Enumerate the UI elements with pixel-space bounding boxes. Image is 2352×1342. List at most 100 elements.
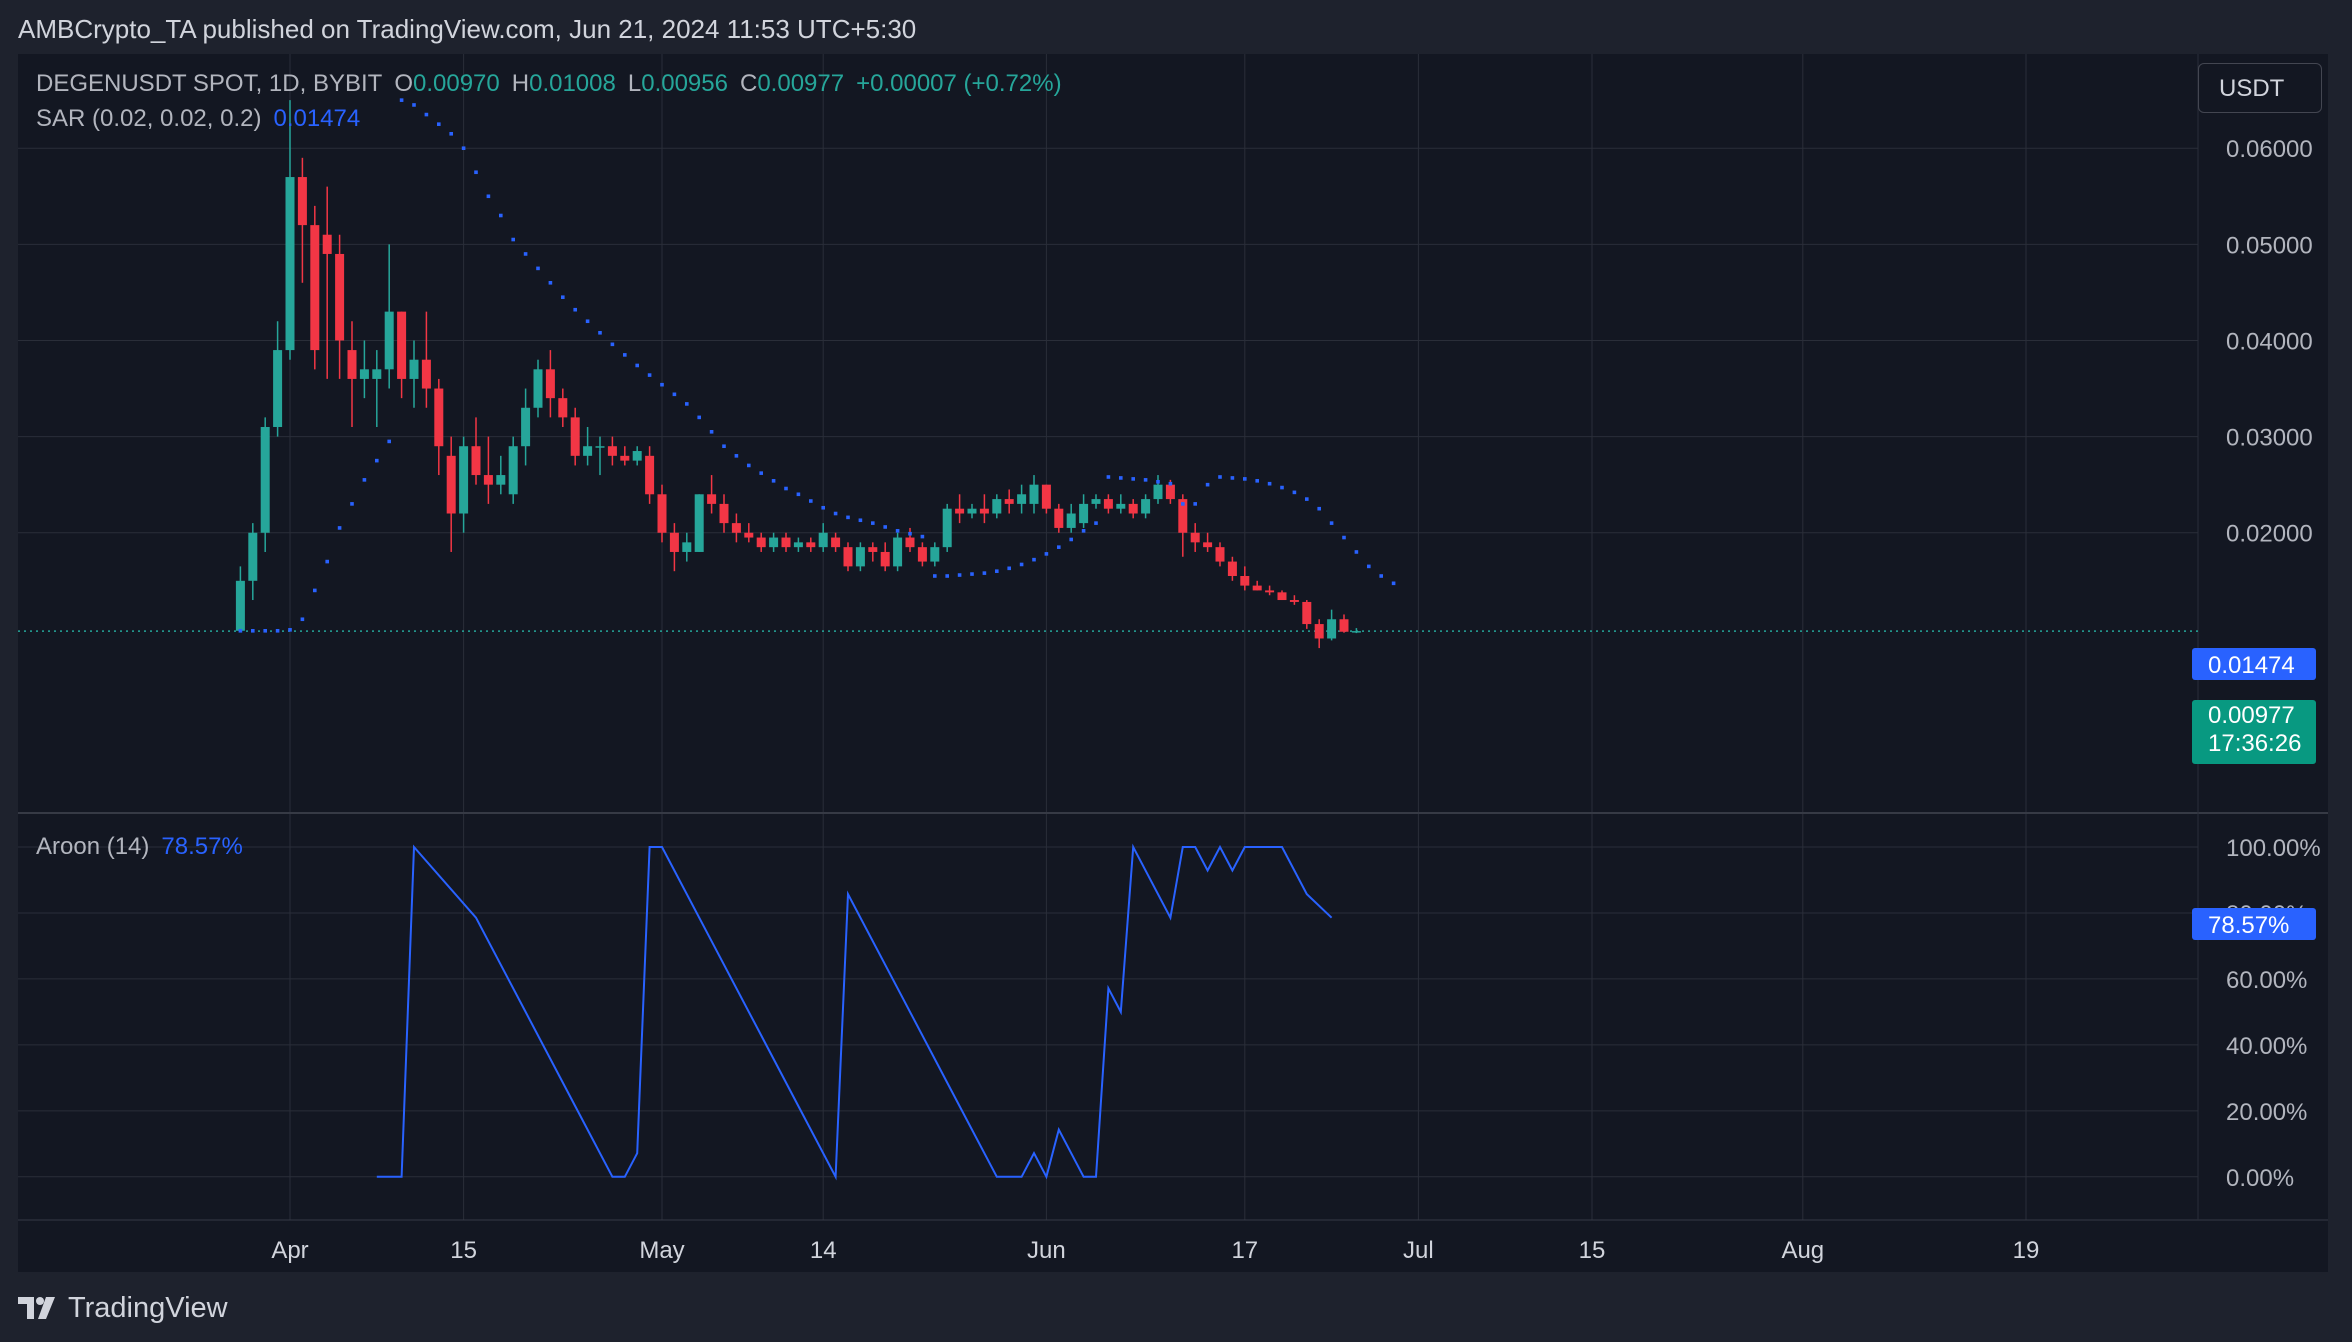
sar-dot	[1342, 535, 1346, 540]
candle-body	[347, 350, 357, 379]
candle-body	[682, 542, 692, 552]
sar-dot	[833, 511, 838, 516]
candle-body	[1153, 484, 1163, 500]
candle-body	[1289, 600, 1299, 602]
sar-dot	[895, 529, 900, 533]
sar-dot	[387, 439, 391, 444]
sar-dot	[511, 237, 515, 242]
x-tick-label: 19	[2013, 1237, 2040, 1264]
candle-body	[235, 580, 245, 631]
candle-body	[384, 311, 394, 370]
sar-dot	[325, 559, 329, 564]
sar-dot	[424, 112, 429, 117]
candle-body	[1116, 503, 1126, 509]
sar-dot	[982, 571, 987, 575]
open-label: O	[394, 70, 413, 97]
candle-body	[1240, 575, 1250, 586]
x-tick-label: Jun	[1027, 1237, 1066, 1264]
y-tick-label: 0.02000	[2226, 521, 2313, 548]
candle-body	[1017, 494, 1027, 504]
sar-dot	[1081, 529, 1086, 533]
candle-body	[694, 494, 704, 552]
sar-dot	[846, 515, 850, 520]
sar-dot	[1230, 476, 1235, 480]
sar-dot	[1367, 564, 1371, 569]
high-label: H	[511, 70, 530, 97]
sar-dot	[784, 486, 788, 491]
symbol-label[interactable]: DEGENUSDT SPOT, 1D, BYBIT	[36, 70, 382, 97]
candle-body	[756, 537, 766, 548]
sar-dot	[1181, 502, 1185, 506]
footer-brand[interactable]: TradingView	[68, 1292, 228, 1325]
sar-dot	[1032, 557, 1036, 562]
sar-dot	[1131, 477, 1135, 481]
aroon-line	[376, 843, 1333, 1181]
x-tick-label: 17	[1231, 1237, 1258, 1264]
candle-body	[558, 398, 568, 418]
candle-body	[868, 547, 878, 552]
bar-countdown: 17:36:26	[2208, 730, 2302, 757]
sar-dot	[1280, 485, 1284, 490]
candle-body	[260, 426, 270, 533]
sar-dot	[660, 382, 664, 387]
aroon-legend[interactable]: Aroon (14) 78.57%	[36, 833, 243, 861]
last-price-label: 0.00977 17:36:26	[2192, 700, 2316, 764]
candle-body	[1079, 503, 1089, 524]
chart-canvas[interactable]: Apr 15 May 14 Jun 17 Jul 15 Aug 19 0.06000 0.05000 0…	[18, 54, 2328, 1272]
candle-body	[322, 234, 332, 254]
sar-dot	[883, 525, 887, 529]
candle-body	[1265, 590, 1275, 593]
candle-body	[1314, 624, 1324, 639]
candle-body	[297, 177, 307, 226]
candle-body	[496, 475, 506, 485]
aroon-y-tick-label: 60.00%	[2226, 967, 2307, 994]
candle-body	[372, 369, 382, 379]
sar-dot	[275, 628, 280, 633]
candle-body	[310, 225, 320, 351]
sar-dot	[610, 342, 615, 347]
aroon-y-tick-label: 20.00%	[2226, 1099, 2307, 1126]
chart-frame[interactable]: Apr 15 May 14 Jun 17 Jul 15 Aug 19 0.06000 0.05000 0…	[18, 54, 2328, 1272]
sar-dot	[759, 471, 763, 475]
candle-body	[285, 177, 295, 351]
candle-body	[955, 508, 965, 514]
sar-dot	[697, 415, 701, 420]
sar-dot	[945, 574, 949, 578]
x-tick-label: Jul	[1403, 1237, 1434, 1264]
sar-dot	[871, 521, 875, 525]
candle-body	[1091, 499, 1101, 504]
sar-dot	[809, 499, 813, 503]
sar-dot	[263, 628, 267, 633]
sar-legend[interactable]: SAR (0.02, 0.02, 0.2) 0.01474	[36, 105, 360, 133]
candle-body	[942, 508, 952, 548]
candle-body	[1327, 619, 1337, 639]
close-label: C	[739, 70, 758, 97]
currency-button[interactable]: USDT	[2198, 63, 2322, 113]
candle-body	[583, 446, 593, 456]
candle-body	[1277, 592, 1287, 601]
x-tick-label: 14	[810, 1237, 837, 1264]
candle-body	[1351, 631, 1361, 633]
sar-name: SAR (0.02, 0.02, 0.2)	[36, 105, 262, 132]
candle-body	[632, 451, 642, 461]
aroon-name: Aroon (14)	[36, 833, 150, 860]
x-tick-label: 15	[450, 1237, 477, 1264]
candle-body	[1203, 542, 1213, 548]
candle-body	[843, 547, 853, 567]
candle-body	[459, 446, 469, 514]
sar-dot	[437, 122, 441, 126]
sar-dot	[523, 252, 528, 256]
candle-body	[855, 547, 865, 567]
last-price-value: 0.00977	[2208, 702, 2295, 729]
sar-dot	[1193, 502, 1197, 506]
sar-dot	[251, 628, 255, 633]
sar-dot	[1243, 477, 1247, 481]
sar-dot	[1094, 521, 1098, 525]
candle-body	[719, 503, 729, 524]
candle-body	[979, 508, 989, 514]
candle-body	[1141, 499, 1151, 514]
candle-body	[409, 359, 419, 379]
candle-body	[967, 508, 977, 514]
candle-body	[744, 532, 754, 538]
sar-dot	[1156, 479, 1160, 484]
